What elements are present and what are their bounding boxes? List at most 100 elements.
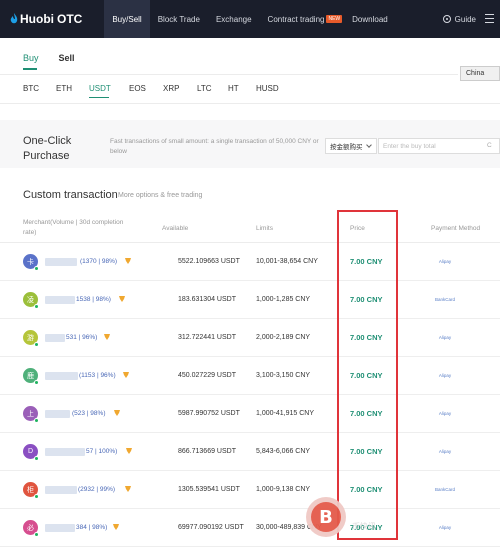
online-indicator bbox=[34, 418, 39, 423]
price: 7.00 CNY bbox=[350, 295, 383, 304]
merchant-stats: (1153 | 96%) bbox=[79, 372, 116, 379]
one-click-description: Fast transactions of small amount: a sin… bbox=[110, 138, 319, 155]
top-nav: Huobi OTC Buy/Sell Block Trade Exchange … bbox=[0, 0, 500, 38]
limits: 3,100-3,150 CNY bbox=[256, 372, 311, 379]
nav-item-download[interactable]: Download bbox=[350, 0, 396, 38]
header-price: Price bbox=[350, 225, 365, 232]
nav-item-block-trade[interactable]: Block Trade bbox=[150, 0, 208, 38]
table-row[interactable]: 必 384 | 98%) 69977.090192 USDT 30,000-48… bbox=[0, 509, 500, 547]
divider bbox=[0, 74, 458, 75]
coin-tab-ht[interactable]: HT bbox=[228, 84, 256, 93]
new-badge: NEW bbox=[326, 15, 343, 23]
more-options-link[interactable]: More options & free trading bbox=[118, 192, 202, 199]
merchant-name-blurred[interactable] bbox=[45, 296, 75, 304]
coin-tab-xrp[interactable]: XRP bbox=[163, 84, 197, 93]
merchant-name-blurred[interactable] bbox=[45, 258, 77, 266]
online-indicator bbox=[34, 304, 39, 309]
merchant-name-blurred[interactable] bbox=[45, 448, 85, 456]
language-selector[interactable]: China bbox=[460, 66, 500, 81]
price: 7.00 CNY bbox=[350, 371, 383, 380]
online-indicator bbox=[34, 532, 39, 537]
table-row[interactable]: 凌 1538 | 98%) 183.631304 USDT 1,000-1,28… bbox=[0, 281, 500, 319]
nav-label: Contract trading bbox=[267, 14, 325, 24]
online-indicator bbox=[34, 266, 39, 271]
payment-method: Alipay bbox=[438, 373, 452, 378]
merchant-stats: 531 | 96%) bbox=[66, 334, 98, 341]
trade-tabs: Buy Sell bbox=[23, 53, 95, 70]
merchant-stats: (1370 | 98%) bbox=[80, 258, 118, 265]
merchant-name-blurred[interactable] bbox=[45, 372, 78, 380]
limits: 2,000-2,189 CNY bbox=[256, 334, 311, 341]
merchant-stats: (2932 | 99%) bbox=[78, 486, 116, 493]
merchant-stats: (523 | 98%) bbox=[72, 410, 106, 417]
payment-method: BankCard bbox=[434, 297, 455, 302]
merchant-name-blurred[interactable] bbox=[45, 334, 65, 342]
payment-method: Alipay bbox=[438, 259, 452, 264]
nav-label: Download bbox=[352, 14, 388, 24]
logo[interactable]: Huobi OTC bbox=[10, 12, 82, 26]
payment-method: Alipay bbox=[438, 335, 452, 340]
medal-icon bbox=[119, 296, 125, 302]
nav-item-buy-sell[interactable]: Buy/Sell bbox=[104, 0, 150, 38]
table-row[interactable]: D 57 | 100%) 866.713669 USDT 5,843-6,066… bbox=[0, 433, 500, 471]
table-row[interactable]: 上 (523 | 98%) 5987.990752 USDT 1,000-41,… bbox=[0, 395, 500, 433]
buy-mode-select[interactable]: 按金额购买 bbox=[325, 138, 377, 154]
payment-method: Alipay bbox=[438, 411, 452, 416]
nav-label: Block Trade bbox=[157, 14, 200, 24]
coin-tab-eos[interactable]: EOS bbox=[129, 84, 163, 93]
merchant-name-blurred[interactable] bbox=[45, 486, 77, 494]
medal-icon bbox=[125, 258, 131, 264]
payment-method: Alipay bbox=[438, 525, 452, 530]
header-limits: Limits bbox=[256, 225, 273, 232]
medal-icon bbox=[104, 334, 110, 340]
flame-icon bbox=[10, 13, 18, 24]
available-amount: 69977.090192 USDT bbox=[178, 524, 244, 531]
online-indicator bbox=[34, 342, 39, 347]
custom-transaction-title: Custom transaction bbox=[23, 189, 118, 201]
header-available: Available bbox=[162, 225, 189, 232]
price: 7.00 CNY bbox=[350, 333, 383, 342]
online-indicator bbox=[34, 456, 39, 461]
tab-buy[interactable]: Buy bbox=[23, 53, 39, 70]
guide-link[interactable]: Guide bbox=[442, 0, 476, 38]
table-row[interactable]: 柜 (2932 | 99%) 1305.539541 USDT 1,000-9,… bbox=[0, 471, 500, 509]
medal-icon bbox=[123, 372, 129, 378]
table-row[interactable]: 卡 (1370 | 98%) 5522.109663 USDT 10,001-3… bbox=[0, 243, 500, 281]
guide-label: Guide bbox=[454, 14, 476, 24]
table-row[interactable]: 游 531 | 96%) 312.722441 USDT 2,000-2,189… bbox=[0, 319, 500, 357]
medal-icon bbox=[125, 486, 131, 492]
coin-tab-husd[interactable]: HUSD bbox=[256, 84, 296, 93]
medal-icon bbox=[113, 524, 119, 530]
logo-text: Huobi bbox=[20, 12, 54, 26]
merchant-stats: 384 | 98%) bbox=[76, 524, 108, 531]
coin-tab-ltc[interactable]: LTC bbox=[197, 84, 228, 93]
merchant-stats: 57 | 100%) bbox=[86, 448, 118, 455]
available-amount: 5987.990752 USDT bbox=[178, 410, 240, 417]
logo-suffix: OTC bbox=[57, 12, 83, 26]
nav-label: Buy/Sell bbox=[112, 14, 142, 24]
nav-item-contract-trading[interactable]: Contract trading NEW bbox=[260, 0, 351, 38]
bitcoin-icon: B bbox=[311, 502, 341, 532]
limits: 1,000-9,138 CNY bbox=[256, 486, 311, 493]
merchant-name-blurred[interactable] bbox=[45, 410, 70, 418]
limits: 10,001-38,654 CNY bbox=[256, 258, 318, 265]
buy-total-input[interactable] bbox=[378, 138, 500, 154]
medal-icon bbox=[114, 410, 120, 416]
price: 7.00 CNY bbox=[350, 409, 383, 418]
currency-hint: C bbox=[487, 142, 492, 149]
menu-icon[interactable] bbox=[485, 14, 494, 23]
nav-label: Exchange bbox=[215, 14, 252, 24]
coin-tab-btc[interactable]: BTC bbox=[23, 84, 56, 93]
payment-method: BankCard bbox=[434, 487, 455, 492]
coin-tab-eth[interactable]: ETH bbox=[56, 84, 89, 93]
guide-icon bbox=[442, 15, 451, 23]
table-row[interactable]: 鹿 (1153 | 96%) 450.027229 USDT 3,100-3,1… bbox=[0, 357, 500, 395]
payment-method: Alipay bbox=[438, 449, 452, 454]
merchant-name-blurred[interactable] bbox=[45, 524, 75, 532]
nav-item-exchange[interactable]: Exchange bbox=[208, 0, 260, 38]
one-click-title: One-Click Purchase bbox=[23, 135, 72, 162]
coin-tab-usdt[interactable]: USDT bbox=[89, 84, 129, 98]
tab-sell[interactable]: Sell bbox=[59, 53, 75, 63]
divider bbox=[0, 103, 500, 104]
medal-icon bbox=[126, 448, 132, 454]
